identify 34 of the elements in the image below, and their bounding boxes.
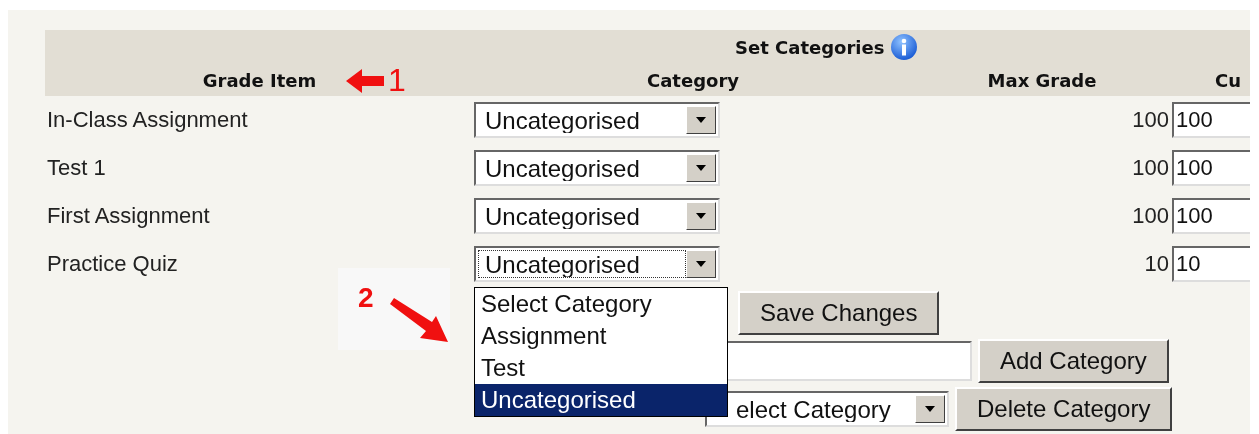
save-changes-button[interactable]: Save Changes (738, 291, 940, 335)
column-header: Grade Item (202, 69, 317, 91)
grade-item-label: First Assignment (46, 203, 211, 229)
annotation-number: 1 (388, 62, 406, 99)
arrow-icon (388, 298, 450, 344)
grade-item-label: In-Class Assignment (46, 107, 249, 133)
info-icon[interactable] (890, 33, 919, 61)
column-header: Max Grade (987, 69, 1097, 91)
grade-item-label: Test 1 (46, 155, 107, 181)
dropdown-arrow-icon (696, 213, 706, 219)
dropdown-option[interactable]: Select Category (475, 288, 727, 320)
delete-category-button[interactable]: Delete Category (955, 387, 1173, 431)
column-header: Category (647, 69, 739, 91)
max-grade-value: 100 (1132, 107, 1170, 133)
max-grade-value: 100 (1132, 203, 1170, 229)
dropdown-arrow-icon (696, 165, 706, 171)
arrow-icon (346, 67, 384, 94)
column-header: Cu (1215, 69, 1242, 91)
dropdown-option[interactable]: Uncategorised (475, 384, 727, 416)
current-grade-field[interactable]: 100 (1172, 102, 1250, 138)
current-grade-field[interactable]: 10 (1172, 246, 1250, 282)
current-grade-field[interactable]: 100 (1172, 198, 1250, 234)
dropdown-arrow-icon (925, 406, 935, 412)
max-grade-value: 100 (1132, 155, 1170, 181)
dropdown-option[interactable]: Test (475, 352, 727, 384)
current-grade-field[interactable]: 100 (1172, 150, 1250, 186)
max-grade-value: 10 (1144, 251, 1170, 277)
section-title: Set Categories (735, 36, 885, 58)
annotation-number: 2 (358, 282, 374, 314)
dropdown-arrow-icon (696, 117, 706, 123)
dropdown-option[interactable]: Assignment (475, 320, 727, 352)
dropdown-arrow-icon (696, 261, 706, 267)
add-category-button[interactable]: Add Category (978, 339, 1169, 383)
grade-item-label: Practice Quiz (46, 251, 179, 277)
